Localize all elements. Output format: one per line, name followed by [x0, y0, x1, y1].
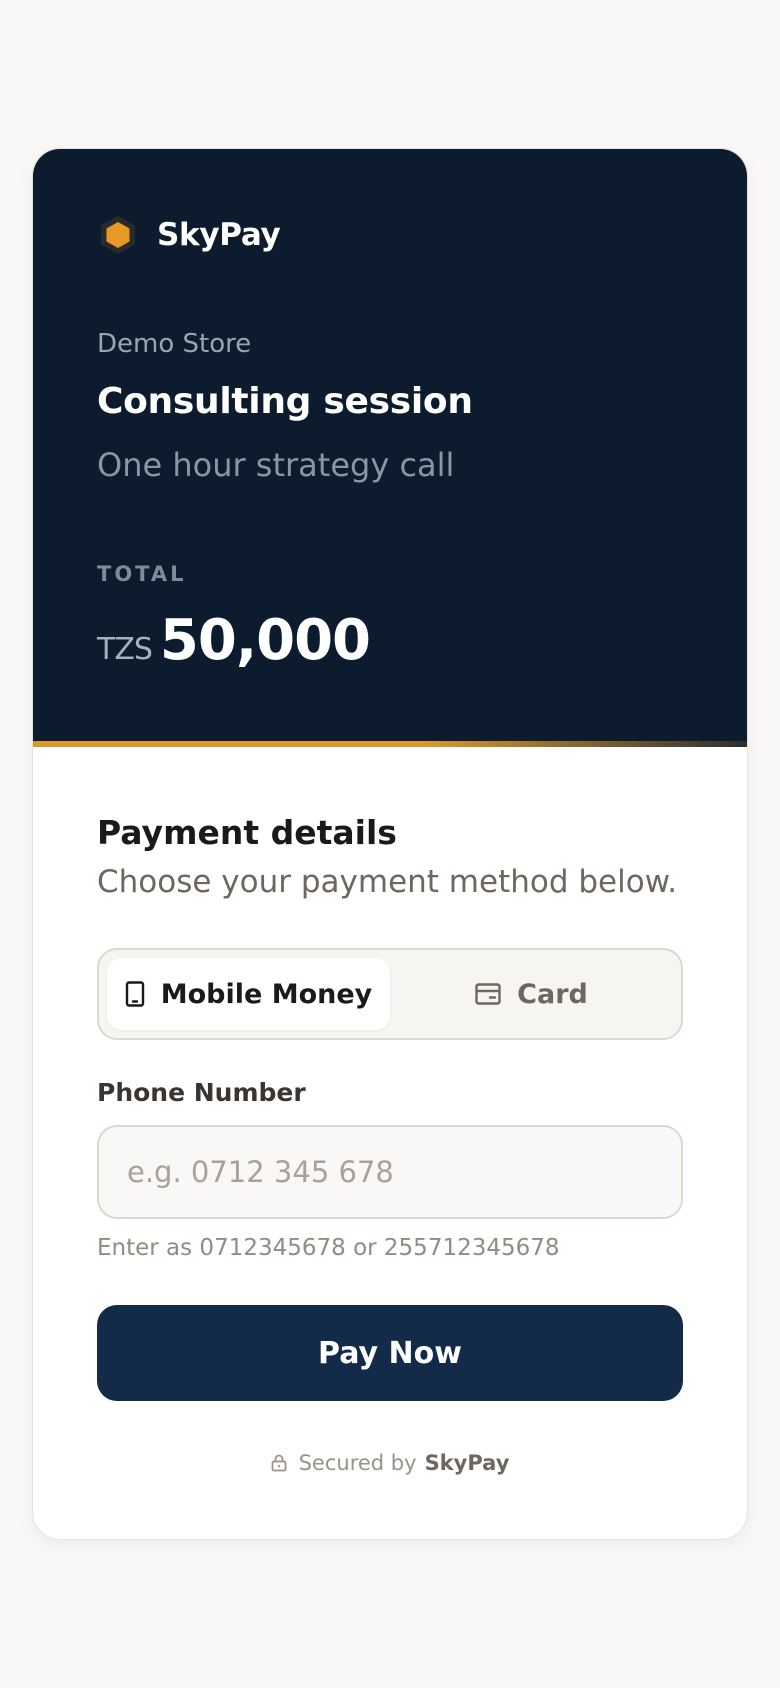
amount-value: 50,000 — [159, 608, 371, 673]
payment-method-toggle: Mobile Money Card — [97, 948, 683, 1040]
merchant-name: Demo Store — [97, 329, 252, 359]
method-card-tab[interactable]: Card — [390, 958, 673, 1030]
checkout-card: SkyPay Demo Store Consulting session One… — [32, 148, 748, 1540]
currency-code: TZS — [97, 632, 153, 667]
method-mobile-money-tab[interactable]: Mobile Money — [107, 958, 390, 1030]
secured-text: Secured by — [298, 1451, 417, 1475]
phone-number-input[interactable] — [97, 1125, 683, 1219]
product-title: Consulting session — [97, 381, 473, 422]
brand-name: SkyPay — [157, 217, 281, 253]
total-label: TOTAL — [97, 562, 187, 586]
order-summary-panel: SkyPay Demo Store Consulting session One… — [33, 149, 747, 747]
phone-number-label: Phone Number — [97, 1078, 306, 1107]
hexagon-logo-icon — [101, 216, 135, 254]
product-description: One hour strategy call — [97, 446, 455, 484]
accent-divider — [33, 741, 747, 747]
method-mobile-money-label: Mobile Money — [160, 978, 373, 1010]
credit-card-icon — [475, 983, 501, 1005]
brand-header: SkyPay — [97, 213, 683, 257]
pay-now-button[interactable]: Pay Now — [97, 1305, 683, 1401]
secured-by-footer: Secured by SkyPay — [97, 1451, 683, 1475]
method-card-label: Card — [517, 978, 588, 1010]
phone-number-hint: Enter as 0712345678 or 255712345678 — [97, 1235, 560, 1261]
smartphone-icon — [125, 981, 144, 1007]
payment-details-subtitle: Choose your payment method below. — [97, 864, 678, 900]
total-amount: TZS 50,000 — [97, 608, 683, 673]
secured-brand: SkyPay — [424, 1451, 510, 1475]
payment-details-title: Payment details — [97, 813, 397, 852]
payment-form: Payment details Choose your payment meth… — [33, 747, 747, 1475]
lock-icon — [271, 1454, 286, 1472]
